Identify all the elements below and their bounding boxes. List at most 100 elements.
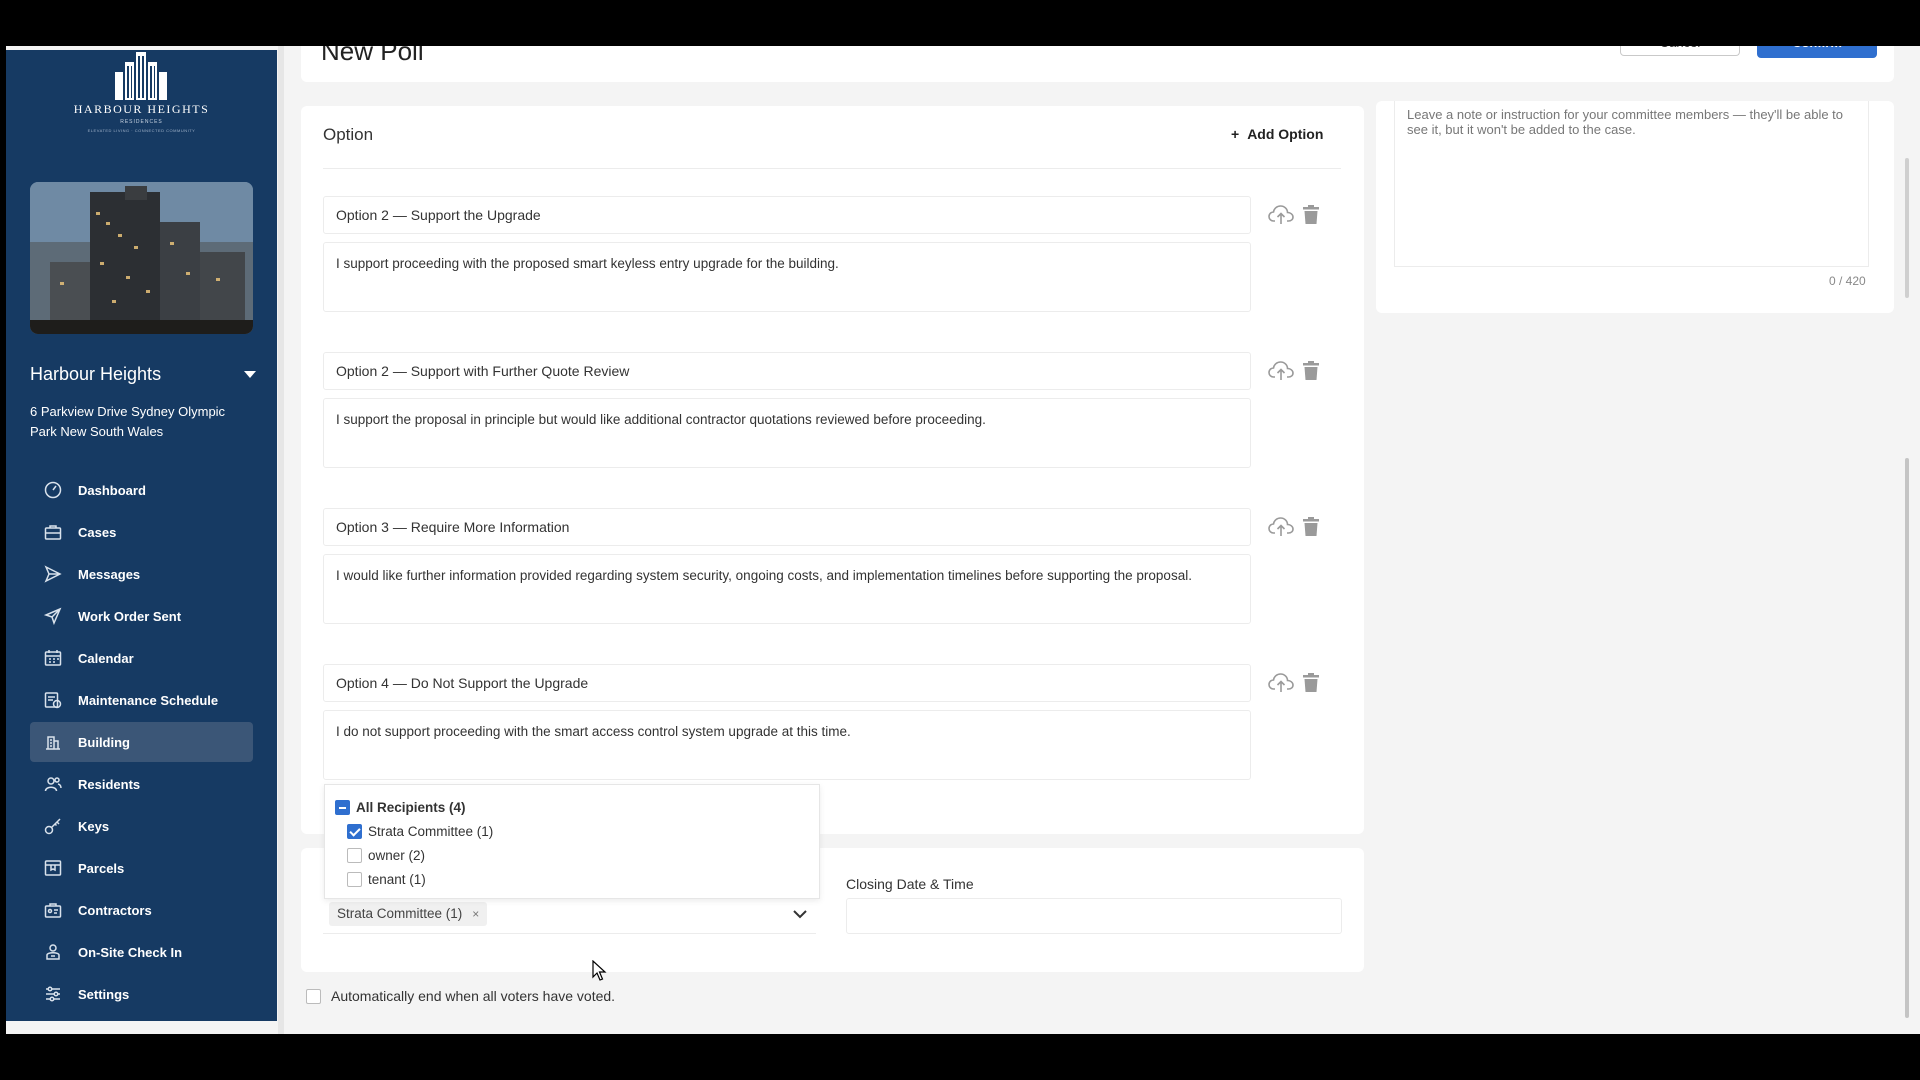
logo: HARBOUR HEIGHTS RESIDENCES ELEVATED LIVI… [6,50,277,140]
calendar-icon [44,649,62,667]
mouse-cursor-icon [592,960,607,981]
checkbox[interactable] [347,847,362,863]
recipient-option-owner[interactable]: owner (2) [347,845,425,865]
upload-icon[interactable] [1268,204,1294,226]
app-window: HARBOUR HEIGHTS RESIDENCES ELEVATED LIVI… [6,46,1920,1034]
logo-brand: HARBOUR HEIGHTS [73,102,210,116]
recipient-option-strata-committee[interactable]: Strata Committee (1) [347,821,493,841]
sidebar-item-contractors[interactable]: Contractors [30,890,253,930]
sidebar-scrollbar[interactable] [278,46,284,1034]
sidebar-item-parcels[interactable]: Parcels [30,848,253,888]
checkbox[interactable] [347,823,362,839]
recipient-option-tenant[interactable]: tenant (1) [347,869,426,889]
scrollbar-track-segment [1905,158,1909,298]
page-scrollbar[interactable] [1903,46,1913,1034]
upload-icon[interactable] [1268,360,1294,382]
plus-icon: + [1231,126,1240,142]
sidebar-item-label: Maintenance Schedule [78,692,219,708]
option-title-input[interactable]: Option 3 — Require More Information [323,508,1251,546]
sidebar-item-messages[interactable]: Messages [30,554,253,594]
add-option-label: Add Option [1247,126,1324,142]
sidebar-item-residents[interactable]: Residents [30,764,253,804]
recipients-dropdown: All Recipients (4) Strata Committee (1) … [324,784,820,899]
logo-subtitle: RESIDENCES [120,119,163,125]
property-dropdown-icon[interactable] [244,371,256,378]
divider [323,168,1341,169]
auto-end-label: Automatically end when all voters have v… [331,988,616,1004]
send-icon [44,565,62,583]
building-icon [44,733,62,751]
checkbox[interactable] [347,871,362,887]
sidebar-item-label: Contractors [78,902,152,918]
cancel-button[interactable]: Cancel [1620,46,1740,56]
sidebar-item-keys[interactable]: Keys [30,806,253,846]
sidebar-item-dashboard[interactable]: Dashboard [30,470,253,510]
upload-icon[interactable] [1268,672,1294,694]
sidebar-item-cases[interactable]: Cases [30,512,253,552]
chevron-down-icon[interactable] [792,908,808,920]
trash-icon[interactable] [1303,361,1319,381]
closing-date-input[interactable] [846,898,1342,934]
sidebar-item-settings[interactable]: Settings [30,974,253,1014]
sidebar-item-label: Residents [78,776,141,792]
option-description-input[interactable]: I would like further information provide… [323,554,1251,624]
options-card: Option + Add Option Option 2 — Support th… [301,106,1364,834]
sidebar-nav: Dashboard Cases Messages Work Order Sent… [30,470,253,1016]
notes-card: Leave a note or instruction for your com… [1376,101,1894,313]
recipient-option-all[interactable]: All Recipients (4) [335,797,466,817]
parcel-icon [44,859,62,877]
property-address: 6 Parkview Drive Sydney Olympic Park New… [30,404,226,439]
closing-date-label: Closing Date & Time [846,876,974,892]
trash-icon[interactable] [1303,673,1319,693]
sidebar-item-maintenance-schedule[interactable]: Maintenance Schedule [30,680,253,720]
sidebar-item-label: Keys [78,818,110,834]
paper-plane-icon [44,607,62,625]
trash-icon[interactable] [1303,205,1319,225]
confirm-button[interactable]: Confirm [1757,46,1877,58]
sidebar-item-calendar[interactable]: Calendar [30,638,253,678]
logo-tagline: ELEVATED LIVING · CONNECTED COMMUNITY [87,128,196,133]
selected-recipient-tag: Strata Committee (1) × [329,902,488,926]
auto-end-checkbox[interactable] [306,988,321,1004]
options-heading: Option [323,125,374,144]
contractor-icon [44,901,62,919]
recipient-label: tenant (1) [368,871,426,887]
sidebar-item-label: Messages [78,566,141,582]
notes-textarea[interactable]: Leave a note or instruction for your com… [1394,101,1869,267]
auto-end-option[interactable]: Automatically end when all voters have v… [306,988,615,1004]
briefcase-icon [44,523,62,541]
option-description-input[interactable]: I support the proposal in principle but … [323,398,1251,468]
dashboard-icon [44,481,62,499]
settings-icon [44,985,62,1003]
property-name[interactable]: Harbour Heights [30,364,161,385]
option-description-input[interactable]: I do not support proceeding with the sma… [323,710,1251,780]
residents-icon [44,775,62,793]
trash-icon[interactable] [1303,517,1319,537]
upload-icon[interactable] [1268,516,1294,538]
sidebar-item-building[interactable]: Building [30,722,253,762]
option-title-input[interactable]: Option 4 — Do Not Support the Upgrade [323,664,1251,702]
sidebar: HARBOUR HEIGHTS RESIDENCES ELEVATED LIVI… [6,50,277,1021]
recipient-label: All Recipients (4) [356,799,466,815]
option-title-input[interactable]: Option 2 — Support the Upgrade [323,196,1251,234]
sidebar-item-work-order-sent[interactable]: Work Order Sent [30,596,253,636]
checkbox[interactable] [335,799,350,815]
screen: HARBOUR HEIGHTS RESIDENCES ELEVATED LIVI… [0,0,1920,1080]
check-in-icon [44,943,62,961]
recipients-select[interactable]: Strata Committee (1) × [323,896,816,934]
scrollbar-thumb[interactable] [1905,458,1909,1018]
remove-tag-icon[interactable]: × [472,902,479,926]
character-count: 0 / 420 [1829,274,1866,288]
sidebar-item-label: Calendar [78,650,134,666]
key-icon [44,817,62,835]
option-description-input[interactable]: I support proceeding with the proposed s… [323,242,1251,312]
option-title-input[interactable]: Option 2 — Support with Further Quote Re… [323,352,1251,390]
add-option-button[interactable]: + Add Option [1231,126,1323,142]
sidebar-item-on-site-check-in[interactable]: On-Site Check In [30,932,253,972]
page-header: New Poll Cancel Confirm [301,46,1894,82]
sidebar-item-label: On-Site Check In [78,944,183,960]
sidebar-item-label: Dashboard [78,482,146,498]
recipient-label: owner (2) [368,847,426,863]
sidebar-item-label: Work Order Sent [78,608,182,624]
sidebar-item-label: Building [78,734,130,750]
